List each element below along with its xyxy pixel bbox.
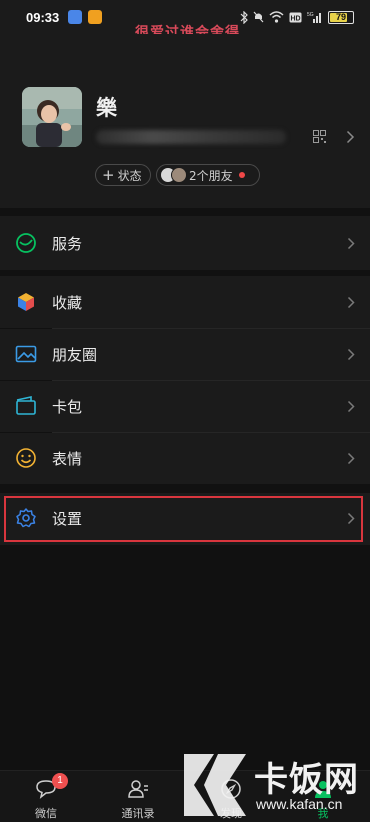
- cards-wallet-icon: [16, 396, 36, 415]
- avatar[interactable]: [22, 87, 82, 147]
- hd-icon: HD: [289, 12, 302, 22]
- status-time: 09:33: [26, 10, 60, 25]
- settings-highlight-box: [4, 496, 363, 542]
- friend-avatar-icon: [171, 167, 187, 183]
- status-indicators: HD 5G 79: [240, 10, 354, 24]
- wechat-id-blurred: [96, 130, 286, 144]
- friends-status-button[interactable]: 2个朋友: [156, 164, 260, 186]
- svg-text:5G: 5G: [307, 12, 314, 18]
- kafan-logo-icon: [184, 754, 246, 816]
- menu-item-cards[interactable]: 卡包: [0, 381, 370, 432]
- contacts-icon: [128, 780, 148, 798]
- moments-image-icon: [15, 345, 37, 363]
- menu-item-favorites[interactable]: 收藏: [0, 276, 370, 328]
- services-icon: [16, 233, 36, 253]
- chevron-right-icon: [347, 296, 355, 309]
- qr-code-icon[interactable]: [313, 130, 326, 143]
- moments-label: 朋友圈: [52, 346, 98, 364]
- plus-icon: +: [102, 166, 115, 184]
- tab-contacts[interactable]: 通讯录: [103, 771, 173, 822]
- stickers-label: 表情: [52, 450, 83, 468]
- status-label: 状态: [117, 168, 142, 183]
- weibo-notification-icon: [88, 10, 102, 24]
- watermark-url: www.kafan.cn: [256, 796, 343, 812]
- profile-chevron-icon[interactable]: [346, 130, 355, 144]
- friends-label: 2个朋友: [189, 168, 233, 183]
- battery-indicator: 79: [328, 10, 354, 24]
- menu-item-stickers[interactable]: 表情: [0, 433, 370, 484]
- cards-label: 卡包: [52, 398, 83, 416]
- unread-dot: [238, 172, 245, 178]
- menu-item-moments[interactable]: 朋友圈: [0, 329, 370, 380]
- chevron-right-icon: [347, 452, 355, 465]
- tab-chats[interactable]: 1 微信: [11, 771, 81, 822]
- tab-contacts-label: 通讯录: [121, 807, 155, 820]
- nickname: 樂: [96, 96, 117, 120]
- favorites-cube-icon: [18, 293, 34, 311]
- tab-chats-label: 微信: [35, 807, 57, 820]
- stickers-smile-icon: [16, 448, 36, 468]
- services-label: 服务: [52, 235, 83, 253]
- chevron-right-icon: [347, 348, 355, 361]
- wifi-icon: [269, 11, 284, 23]
- signal-icon: 5G: [307, 12, 321, 23]
- svg-text:HD: HD: [290, 15, 300, 22]
- battery-level: 79: [335, 11, 346, 22]
- favorites-label: 收藏: [52, 294, 83, 312]
- watermark-brand: 卡饭网: [254, 760, 359, 800]
- unread-badge: 1: [52, 773, 68, 789]
- chevron-right-icon: [347, 400, 355, 413]
- menu-item-services[interactable]: 服务: [0, 216, 370, 270]
- app-notification-icon: [68, 10, 82, 24]
- add-status-button[interactable]: + 状态: [95, 164, 151, 186]
- silent-icon: [253, 11, 264, 23]
- chevron-right-icon: [347, 237, 355, 250]
- bluetooth-icon: [240, 10, 248, 24]
